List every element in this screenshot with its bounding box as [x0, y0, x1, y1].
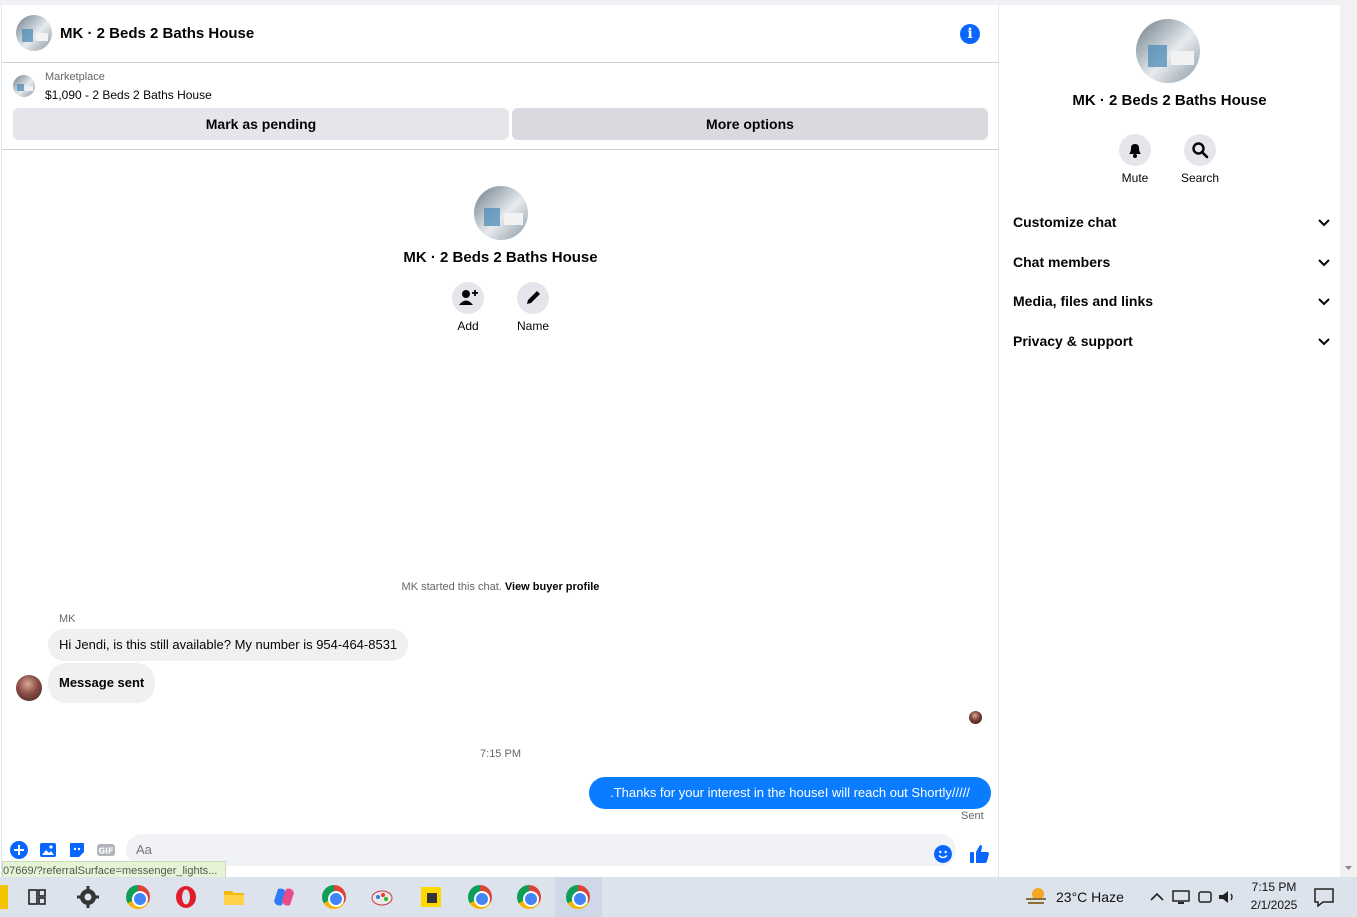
plus-icon[interactable] — [10, 841, 28, 859]
system-text: MK started this chat. — [401, 581, 502, 593]
mute-button[interactable] — [1119, 134, 1151, 166]
details-avatar[interactable] — [1136, 19, 1200, 83]
name-button[interactable] — [517, 282, 549, 314]
clock-date[interactable]: 2/1/2025 — [1248, 898, 1300, 912]
sticky-notes-icon[interactable] — [419, 885, 443, 909]
chevron-down-icon — [1318, 259, 1330, 267]
volume-icon[interactable] — [1215, 885, 1239, 909]
weather-text[interactable]: 23°C Haze — [1056, 889, 1124, 905]
gif-icon[interactable]: GIF — [97, 841, 115, 859]
paint-icon[interactable] — [370, 885, 394, 909]
privacy-support-section[interactable]: Privacy & support — [1013, 333, 1331, 357]
listing-title[interactable]: $1,090 - 2 Beds 2 Baths House — [45, 88, 212, 102]
details-title: MK · 2 Beds 2 Baths House — [1072, 92, 1267, 109]
mute-label: Mute — [1121, 171, 1149, 185]
notifications-icon[interactable] — [1312, 885, 1336, 909]
clock-time[interactable]: 7:15 PM — [1250, 880, 1298, 894]
chevron-down-icon — [1318, 219, 1330, 227]
sent-status: Sent — [961, 810, 984, 822]
section-label: Privacy & support — [1013, 333, 1133, 349]
weather-haze-icon[interactable] — [1024, 885, 1048, 909]
marketplace-banner: Marketplace $1,090 - 2 Beds 2 Baths Hous… — [2, 63, 999, 150]
os-taskbar: 23°C Haze 7:15 PM 2/1/2025 — [0, 877, 1357, 917]
add-label: Add — [457, 319, 479, 333]
outgoing-message[interactable]: .Thanks for your interest in the houseI … — [589, 777, 991, 809]
svg-text:GIF: GIF — [98, 847, 113, 856]
sender-name: MK — [59, 613, 76, 625]
opera-icon[interactable] — [174, 885, 198, 909]
chevron-down-icon — [1318, 298, 1330, 306]
incoming-message[interactable]: Message sent — [48, 663, 156, 703]
message-input[interactable] — [136, 842, 916, 857]
section-label: Chat members — [1013, 254, 1111, 270]
chevron-up-icon[interactable] — [1145, 885, 1169, 909]
name-label: Name — [516, 319, 549, 333]
chat-header: MK · 2 Beds 2 Baths House i — [2, 5, 999, 63]
seen-indicator-avatar — [969, 711, 982, 724]
network-icon[interactable] — [1169, 885, 1193, 909]
bell-icon — [1129, 144, 1141, 158]
section-label: Media, files and links — [1013, 293, 1154, 309]
chrome-profile2-icon[interactable] — [517, 885, 541, 909]
customize-chat-section[interactable]: Customize chat — [1013, 214, 1331, 238]
file-explorer-icon[interactable] — [222, 885, 246, 909]
incoming-message[interactable]: Hi Jendi, is this still available? My nu… — [48, 629, 409, 661]
add-person-icon — [459, 290, 478, 305]
chrome-active-icon[interactable] — [566, 885, 590, 909]
mark-as-pending-button[interactable]: Mark as pending — [13, 108, 509, 140]
chat-members-section[interactable]: Chat members — [1013, 254, 1331, 278]
add-button[interactable] — [452, 282, 484, 314]
meet-now-icon[interactable] — [1193, 885, 1217, 909]
info-icon[interactable]: i — [960, 24, 980, 44]
thumbs-up-icon[interactable] — [969, 843, 991, 865]
media-files-links-section[interactable]: Media, files and links — [1013, 293, 1331, 317]
search-button[interactable] — [1184, 134, 1216, 166]
intro-title: MK · 2 Beds 2 Baths House — [403, 249, 598, 266]
search-label: Search — [1180, 171, 1220, 185]
copilot-icon[interactable] — [272, 885, 296, 909]
listing-thumbnail[interactable] — [13, 75, 35, 97]
intro-avatar — [474, 186, 528, 240]
details-panel: MK · 2 Beds 2 Baths House Mute Search Cu… — [999, 5, 1340, 877]
chevron-down-icon — [1318, 338, 1330, 346]
section-label: Customize chat — [1013, 214, 1117, 230]
search-icon — [1192, 142, 1209, 159]
chat-title[interactable]: MK · 2 Beds 2 Baths House — [60, 25, 254, 42]
group-avatar[interactable] — [16, 15, 52, 51]
task-view-icon[interactable] — [25, 885, 49, 909]
page-scrollbar[interactable] — [1340, 0, 1357, 877]
scroll-down-icon[interactable] — [1340, 862, 1357, 874]
image-icon[interactable] — [39, 841, 57, 859]
emoji-icon[interactable] — [934, 845, 952, 863]
message-timestamp: 7:15 PM — [480, 748, 521, 760]
chrome-w-icon[interactable] — [468, 885, 492, 909]
system-message: MK started this chat. View buyer profile — [2, 581, 999, 593]
message-input-container[interactable] — [126, 834, 956, 866]
messenger-app: MK · 2 Beds 2 Baths House i Marketplace … — [0, 0, 1357, 881]
pencil-icon — [527, 291, 540, 304]
chrome-icon[interactable] — [126, 885, 150, 909]
sticker-icon[interactable] — [68, 841, 86, 859]
more-options-button[interactable]: More options — [512, 108, 988, 140]
settings-gear-icon[interactable] — [76, 885, 100, 909]
chat-pane: MK · 2 Beds 2 Baths House i Marketplace … — [1, 5, 999, 881]
start-edge[interactable] — [0, 885, 8, 909]
chrome-profile-icon[interactable] — [322, 885, 346, 909]
view-buyer-profile-link[interactable]: View buyer profile — [505, 581, 600, 593]
sender-avatar[interactable] — [16, 675, 42, 701]
marketplace-label: Marketplace — [45, 71, 105, 83]
